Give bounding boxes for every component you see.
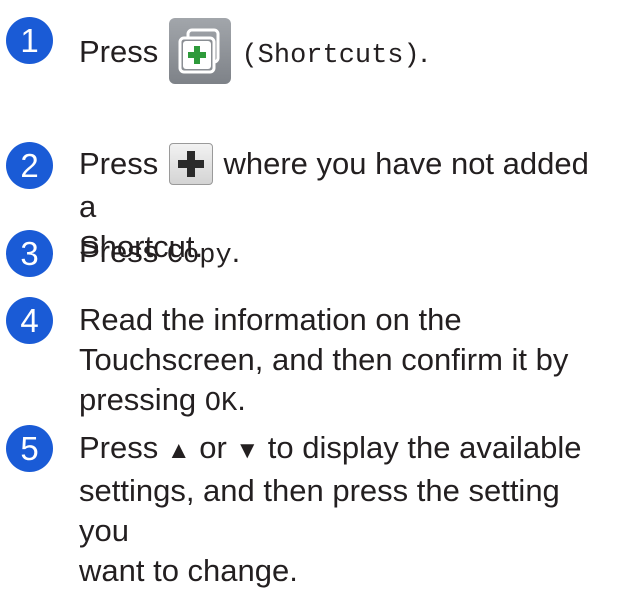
step-text-line2: Touchscreen, and then confirm it by [79, 342, 569, 377]
step-text: Read the information on the Touchscreen,… [79, 300, 609, 424]
step-number-badge: 1 [6, 17, 53, 64]
step-text-line2: settings, and then press the setting you [79, 473, 560, 548]
step-text-line3-prefix: pressing [79, 382, 205, 417]
step-text-prefix: Press [79, 234, 167, 269]
step-number-badge: 2 [6, 142, 53, 189]
step-number-badge: 3 [6, 230, 53, 277]
step-text-suffix: . [231, 234, 241, 269]
step-text-suffix: . [419, 34, 429, 70]
shortcuts-code: (Shortcuts) [241, 41, 420, 72]
step-text-prefix: Press [79, 430, 167, 465]
add-shortcut-plus-icon [168, 142, 213, 185]
step-text: Press ▲ or ▼ to display the available se… [79, 428, 609, 591]
step-text: Press Copy. [79, 232, 609, 276]
up-arrow-icon: ▲ [166, 437, 191, 464]
step-number-badge: 5 [6, 425, 53, 472]
step-text-line3-suffix: . [237, 382, 246, 417]
step-text: Press (Shortcuts). [79, 18, 609, 87]
step-text-suffix: to display the available [259, 430, 582, 465]
step-number-badge: 4 [6, 297, 53, 344]
step-text-prefix: Press [79, 34, 167, 70]
step-text-prefix: Press [79, 146, 167, 181]
down-arrow-icon: ▼ [235, 437, 260, 464]
ok-code: OK [204, 389, 238, 419]
step-text-middle: or [190, 430, 236, 465]
shortcuts-icon [168, 18, 231, 84]
copy-code: Copy [166, 241, 232, 271]
step-text-line1: Read the information on the [79, 302, 462, 337]
step-text-line3: want to change. [79, 553, 298, 588]
